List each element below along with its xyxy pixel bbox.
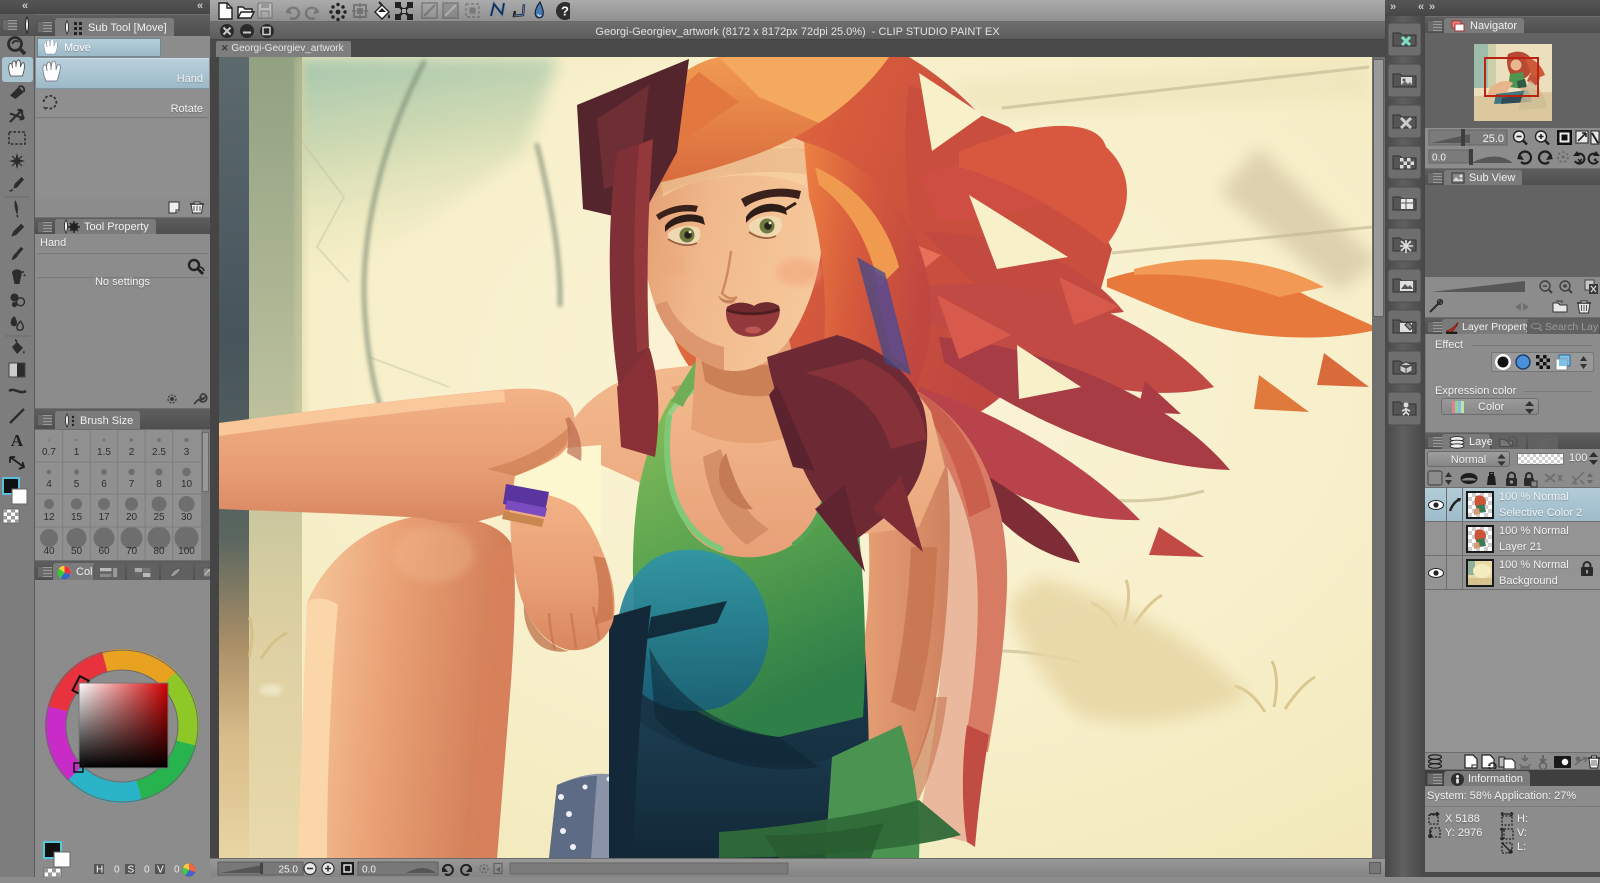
svg-text:30: 30 (181, 512, 193, 523)
svg-text:80: 80 (153, 546, 165, 557)
svg-text:S: S (128, 865, 135, 876)
svg-text:1.5: 1.5 (97, 447, 111, 458)
svg-text:15: 15 (71, 512, 83, 523)
svg-text:2: 2 (129, 447, 135, 458)
svg-text:0: 0 (114, 865, 120, 876)
svg-text:10: 10 (181, 479, 193, 490)
svg-text:50: 50 (71, 546, 83, 557)
svg-text:6: 6 (101, 479, 107, 490)
svg-text:0.0: 0.0 (362, 865, 376, 876)
svg-text:3: 3 (184, 447, 190, 458)
svg-text:0.7: 0.7 (42, 447, 56, 458)
svg-text:?: ? (561, 4, 569, 19)
svg-text:5: 5 (74, 479, 80, 490)
svg-text:70: 70 (126, 546, 138, 557)
svg-text:0: 0 (144, 865, 150, 876)
svg-text:0: 0 (174, 865, 180, 876)
svg-text:25.0: 25.0 (279, 865, 299, 876)
svg-text:2.5: 2.5 (152, 447, 166, 458)
svg-text:H: H (96, 865, 103, 876)
svg-text:1: 1 (74, 447, 80, 458)
svg-text:40: 40 (43, 546, 55, 557)
svg-text:4: 4 (46, 479, 52, 490)
svg-text:25: 25 (153, 512, 165, 523)
svg-text:20: 20 (126, 512, 138, 523)
svg-text:100: 100 (178, 546, 195, 557)
svg-text:V: V (157, 865, 164, 876)
svg-text:25.0: 25.0 (1483, 133, 1504, 145)
svg-text:12: 12 (43, 512, 55, 523)
svg-text:A: A (11, 431, 24, 450)
svg-text:7: 7 (129, 479, 135, 490)
svg-text:0.0: 0.0 (1432, 153, 1446, 164)
svg-text:60: 60 (98, 546, 110, 557)
svg-text:17: 17 (98, 512, 110, 523)
svg-text:8: 8 (156, 479, 162, 490)
